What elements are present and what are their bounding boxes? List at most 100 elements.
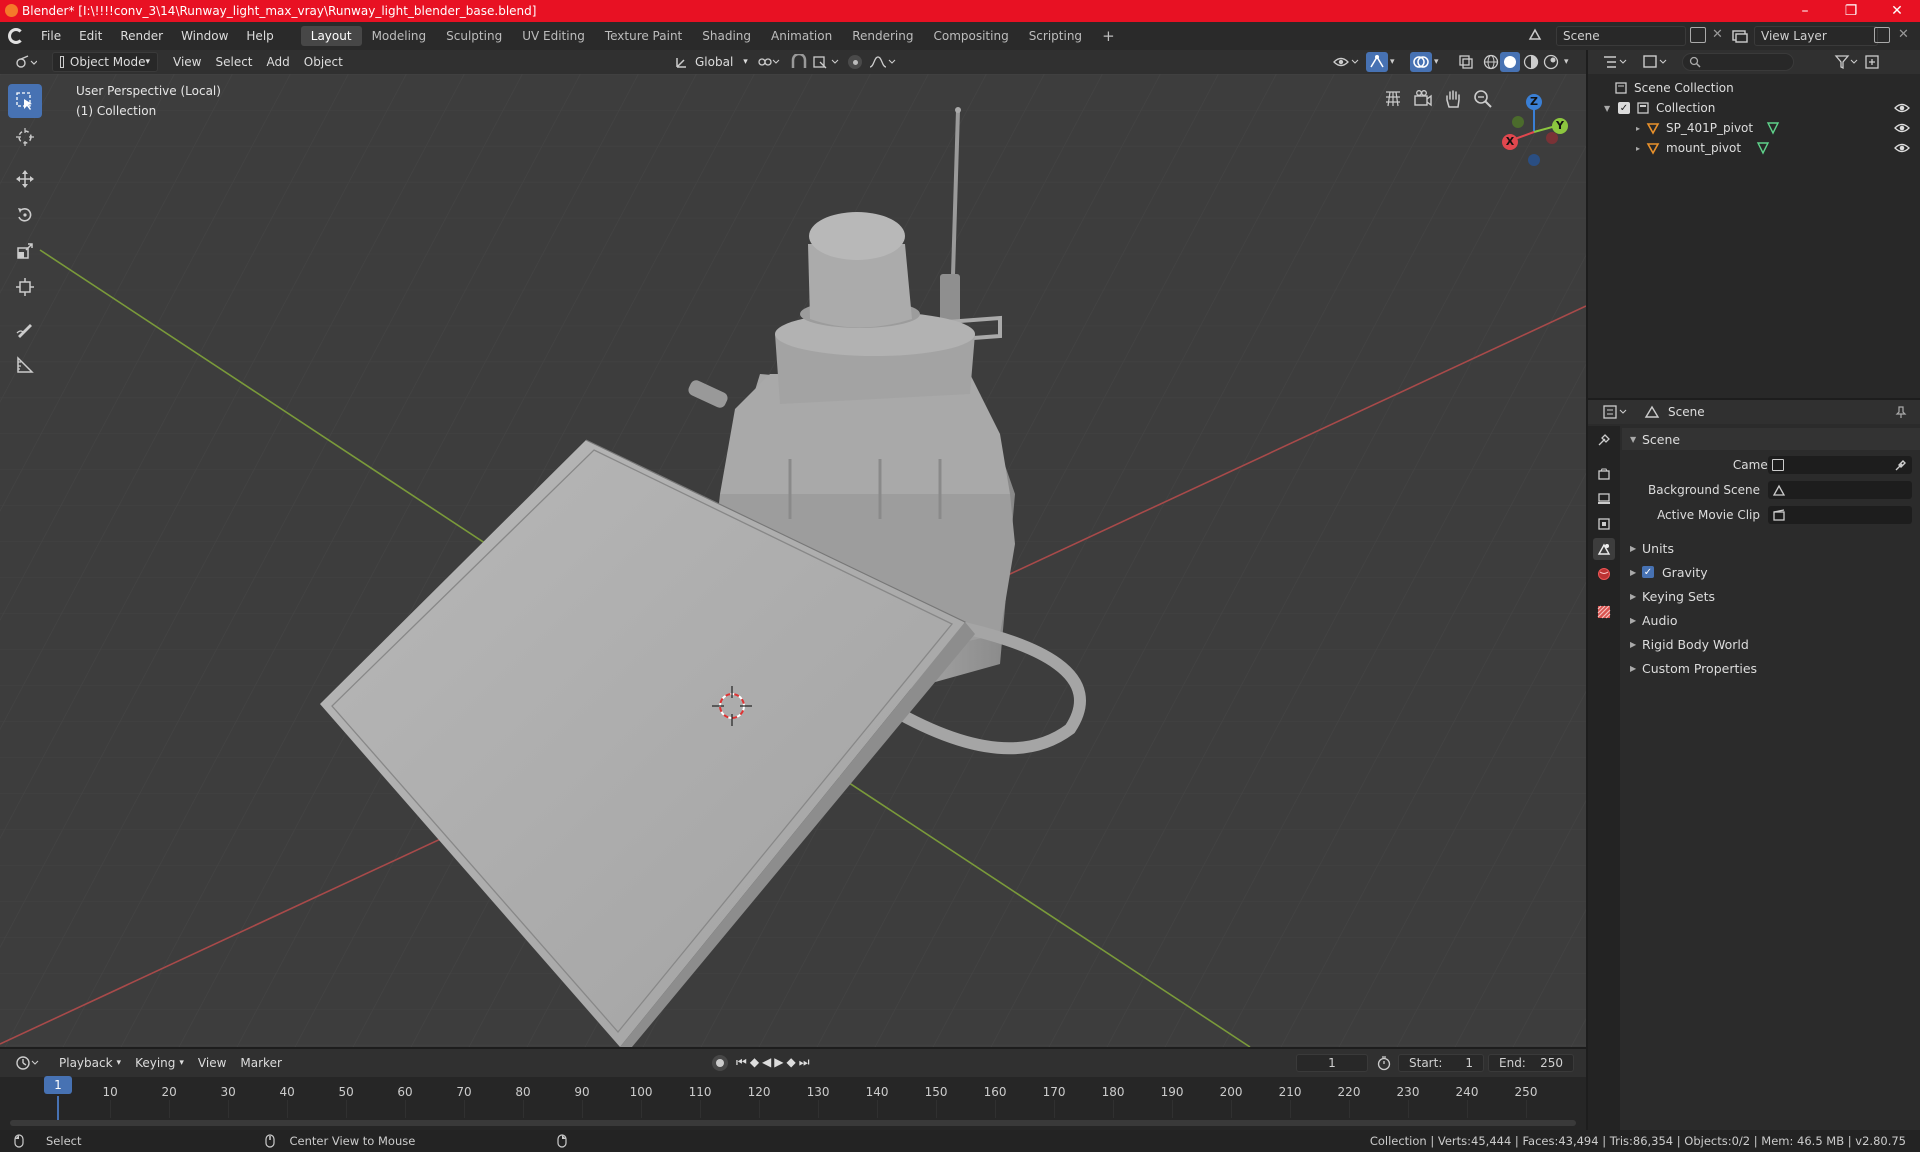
chevron-down-icon[interactable]: ▾: [1390, 54, 1404, 70]
tab-scripting[interactable]: Scripting: [1019, 26, 1092, 46]
tab-texture-paint[interactable]: Texture Paint: [595, 26, 692, 46]
playhead-line[interactable]: [57, 1096, 59, 1120]
expand-arrow-icon[interactable]: ▶: [1630, 616, 1636, 625]
expand-arrow-icon[interactable]: ▶: [1630, 664, 1636, 673]
play-icon[interactable]: ▶: [774, 1055, 786, 1069]
transform-tool[interactable]: [8, 270, 42, 304]
expand-arrow-icon[interactable]: ▸: [1636, 124, 1646, 133]
current-frame-field[interactable]: 1: [1296, 1054, 1368, 1072]
navigation-gizmo[interactable]: Z Y X: [1496, 90, 1576, 170]
outliner-editor-type-icon[interactable]: [1602, 54, 1630, 70]
cursor-tool[interactable]: [8, 120, 42, 154]
proportional-edit-icon[interactable]: [848, 55, 862, 69]
minimize-button[interactable]: –: [1782, 0, 1828, 22]
pin-icon[interactable]: [1894, 405, 1908, 419]
snap-icon[interactable]: [790, 52, 810, 70]
active-movie-clip-field[interactable]: [1768, 506, 1912, 524]
expand-arrow-icon[interactable]: ▶: [1630, 640, 1636, 649]
eye-icon[interactable]: [1894, 142, 1910, 154]
tab-shading[interactable]: Shading: [692, 26, 761, 46]
overlays-icon[interactable]: [1410, 52, 1432, 72]
add-workspace-button[interactable]: +: [1092, 24, 1125, 48]
scene-tab-icon[interactable]: [1593, 538, 1615, 560]
scene-icon[interactable]: [1524, 25, 1546, 45]
tool-tab-icon[interactable]: [1593, 429, 1615, 451]
play-reverse-icon[interactable]: ◀: [762, 1055, 774, 1069]
expand-arrow-icon[interactable]: ▼: [1604, 104, 1614, 113]
new-view-layer-icon[interactable]: [1874, 27, 1890, 43]
tab-compositing[interactable]: Compositing: [923, 26, 1018, 46]
expand-arrow-icon[interactable]: ▼: [1630, 435, 1636, 444]
camera-field[interactable]: [1768, 456, 1912, 474]
3d-viewport[interactable]: User Perspective (Local) (1) Collection …: [0, 74, 1586, 1047]
rigid-body-world-panel[interactable]: ▶ Rigid Body World: [1622, 632, 1920, 656]
scene-selector[interactable]: Scene: [1556, 26, 1686, 46]
expand-arrow-icon[interactable]: ▸: [1636, 144, 1646, 153]
solid-shading-icon[interactable]: [1500, 52, 1520, 72]
menu-object[interactable]: Object: [297, 52, 350, 72]
render-tab-icon[interactable]: [1593, 463, 1615, 485]
expand-arrow-icon[interactable]: ▶: [1630, 544, 1636, 553]
mode-dropdown[interactable]: Object Mode ▾: [52, 52, 158, 72]
x-axis-button[interactable]: X: [1502, 134, 1518, 150]
visibility-icon[interactable]: [1332, 54, 1362, 70]
scale-tool[interactable]: [8, 234, 42, 268]
pan-hand-icon[interactable]: [1442, 88, 1464, 110]
filter-icon[interactable]: [1834, 54, 1860, 70]
menu-window[interactable]: Window: [172, 29, 237, 43]
playhead-frame-badge[interactable]: 1: [44, 1076, 72, 1094]
outliner-search-input[interactable]: [1682, 53, 1794, 71]
menu-render[interactable]: Render: [111, 29, 172, 43]
y-axis-button[interactable]: Y: [1552, 118, 1568, 134]
menu-edit[interactable]: Edit: [70, 29, 111, 43]
jump-end-icon[interactable]: ⏭: [799, 1055, 813, 1069]
snap-target-icon[interactable]: [812, 54, 842, 70]
stopwatch-icon[interactable]: [1376, 1055, 1392, 1071]
chevron-down-icon[interactable]: ▾: [1564, 54, 1578, 70]
expand-arrow-icon[interactable]: ▶: [1630, 568, 1636, 577]
annotate-tool[interactable]: [8, 312, 42, 346]
menu-timeline-view[interactable]: View: [191, 1053, 233, 1073]
close-button[interactable]: ✕: [1874, 0, 1920, 22]
tab-rendering[interactable]: Rendering: [842, 26, 923, 46]
show-gizmo-icon[interactable]: [1366, 52, 1388, 72]
start-frame-field[interactable]: Start: 1: [1398, 1054, 1484, 1072]
keying-sets-panel[interactable]: ▶ Keying Sets: [1622, 584, 1920, 608]
measure-tool[interactable]: [8, 348, 42, 382]
menu-keying[interactable]: Keying ▾: [128, 1053, 191, 1073]
outliner-scene-collection[interactable]: Scene Collection: [1588, 78, 1920, 98]
menu-playback[interactable]: Playback ▾: [52, 1053, 128, 1073]
outliner-object-row[interactable]: ▸ mount_pivot: [1588, 138, 1920, 158]
gravity-panel[interactable]: ▶ ✓ Gravity: [1622, 560, 1920, 584]
menu-view[interactable]: View: [166, 52, 208, 72]
menu-file[interactable]: File: [32, 29, 70, 43]
editor-type-icon[interactable]: [8, 52, 44, 72]
eye-icon[interactable]: [1894, 102, 1910, 114]
texture-tab-icon[interactable]: [1593, 601, 1615, 623]
properties-editor-type-icon[interactable]: [1602, 404, 1630, 420]
tab-layout[interactable]: Layout: [300, 26, 362, 46]
menu-help[interactable]: Help: [237, 29, 282, 43]
view-layer-icon[interactable]: [1730, 26, 1750, 46]
tab-uv-editing[interactable]: UV Editing: [512, 26, 595, 46]
chevron-down-icon[interactable]: ▾: [1434, 54, 1448, 70]
zoom-icon[interactable]: [1472, 88, 1494, 110]
tab-animation[interactable]: Animation: [761, 26, 842, 46]
tab-sculpting[interactable]: Sculpting: [436, 26, 512, 46]
xray-icon[interactable]: [1458, 54, 1474, 70]
material-shading-icon[interactable]: [1522, 53, 1540, 71]
mesh-data-icon[interactable]: [1766, 121, 1780, 135]
move-tool[interactable]: [8, 162, 42, 196]
view-layer-selector[interactable]: View Layer: [1754, 26, 1878, 46]
eye-icon[interactable]: [1894, 122, 1910, 134]
scene-panel-header[interactable]: ▼ Scene: [1622, 428, 1920, 450]
wireframe-shading-icon[interactable]: [1482, 53, 1500, 71]
tab-modeling[interactable]: Modeling: [362, 26, 437, 46]
jump-keyframe-back-icon[interactable]: ◆: [750, 1055, 762, 1069]
orientation-dropdown[interactable]: Global ▾: [668, 52, 755, 72]
menu-add[interactable]: Add: [260, 52, 297, 72]
output-tab-icon[interactable]: [1593, 488, 1615, 510]
view-layer-tab-icon[interactable]: [1593, 513, 1615, 535]
eyedropper-icon[interactable]: [1894, 458, 1908, 472]
end-frame-field[interactable]: End: 250: [1488, 1054, 1574, 1072]
